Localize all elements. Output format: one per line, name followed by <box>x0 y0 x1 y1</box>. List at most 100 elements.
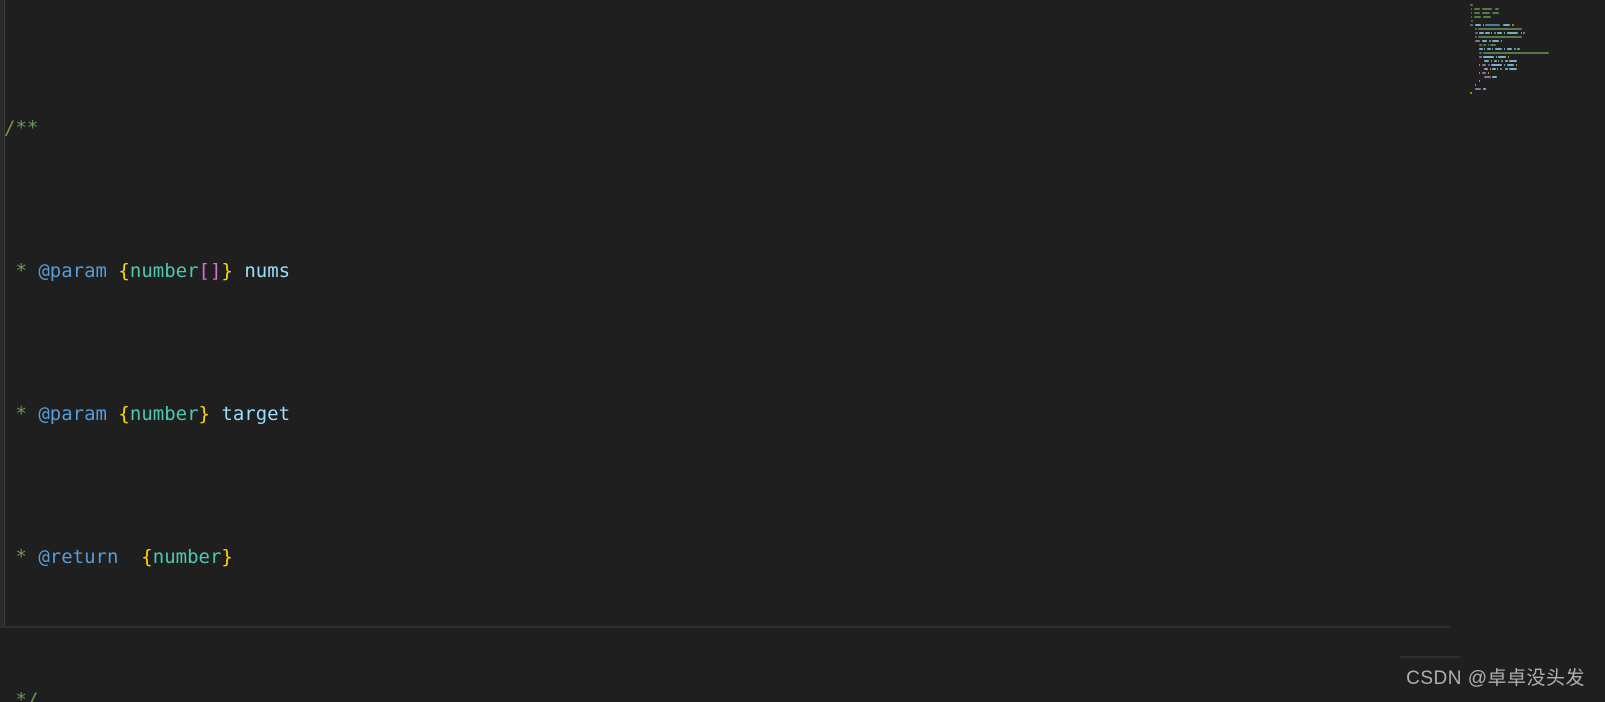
minimap-token <box>1479 52 1482 54</box>
minimap-token <box>1474 28 1477 30</box>
csdn-watermark: CSDN @卓卓没头发 <box>1406 668 1585 689</box>
minimap-token <box>1482 88 1487 90</box>
minimap-token <box>1491 60 1493 62</box>
minimap-token <box>1481 8 1493 10</box>
minimap-line <box>1470 60 1605 63</box>
minimap-token <box>1520 32 1522 34</box>
minimap-token <box>1486 48 1491 50</box>
minimap-line <box>1470 36 1605 39</box>
minimap-token <box>1492 40 1499 42</box>
minimap-token <box>1471 16 1473 18</box>
minimap-token <box>1512 24 1514 26</box>
minimap-token <box>1479 80 1481 82</box>
minimap-token <box>1504 48 1506 50</box>
minimap-token <box>1508 68 1518 70</box>
minimap-token <box>1487 64 1490 66</box>
minimap-line <box>1470 44 1605 47</box>
minimap-token <box>1493 32 1496 34</box>
minimap-token <box>1479 44 1482 46</box>
minimap-line <box>1470 24 1605 27</box>
minimap[interactable] <box>1460 0 1605 702</box>
minimap-line <box>1470 16 1605 19</box>
minimap-token <box>1484 68 1489 70</box>
minimap-token <box>1493 60 1497 62</box>
minimap-token <box>1474 88 1482 90</box>
minimap-line <box>1470 72 1605 75</box>
minimap-token <box>1492 48 1494 50</box>
minimap-token <box>1470 92 1473 94</box>
minimap-token <box>1517 48 1521 50</box>
minimap-token <box>1516 64 1518 66</box>
minimap-line <box>1470 80 1605 83</box>
minimap-token <box>1498 60 1500 62</box>
minimap-token <box>1479 56 1482 58</box>
minimap-token <box>1508 60 1518 62</box>
minimap-token <box>1484 76 1491 78</box>
minimap-token <box>1506 64 1514 66</box>
minimap-line <box>1470 8 1605 11</box>
minimap-token <box>1500 40 1502 42</box>
minimap-token <box>1474 84 1476 86</box>
minimap-token <box>1499 68 1502 70</box>
minimap-token <box>1481 64 1487 66</box>
minimap-token <box>1484 60 1490 62</box>
minimap-token <box>1513 48 1516 50</box>
minimap-token <box>1474 36 1477 38</box>
minimap-token <box>1503 24 1511 26</box>
minimap-line <box>1470 84 1605 87</box>
minimap-token <box>1485 24 1501 26</box>
minimap-token <box>1504 32 1506 34</box>
code-line[interactable]: */ <box>0 686 1605 702</box>
minimap-token <box>1482 44 1487 46</box>
minimap-token <box>1484 48 1486 50</box>
code-line[interactable]: /** <box>0 114 1605 143</box>
minimap-token <box>1482 56 1494 58</box>
minimap-token <box>1506 32 1519 34</box>
minimap-token <box>1492 12 1499 14</box>
minimap-line <box>1470 28 1605 31</box>
editor-surface[interactable]: /** * @param {number[]} nums * @param {n… <box>0 0 1605 702</box>
minimap-token <box>1470 24 1474 26</box>
minimap-line <box>1470 32 1605 35</box>
code-line[interactable]: * @param {number} target <box>0 400 1605 429</box>
minimap-token <box>1478 36 1522 38</box>
minimap-token <box>1481 40 1488 42</box>
minimap-canvas[interactable] <box>1470 4 1605 96</box>
minimap-line <box>1470 40 1605 43</box>
minimap-token <box>1497 32 1503 34</box>
minimap-token <box>1492 68 1496 70</box>
minimap-token <box>1498 56 1506 58</box>
minimap-token <box>1479 48 1483 50</box>
minimap-token <box>1490 44 1497 46</box>
minimap-token <box>1504 64 1506 66</box>
minimap-token <box>1523 32 1526 34</box>
minimap-token <box>1505 60 1508 62</box>
code-line[interactable]: * @param {number[]} nums <box>0 257 1605 286</box>
minimap-line <box>1470 88 1605 91</box>
minimap-token <box>1482 52 1549 54</box>
minimap-token <box>1473 16 1481 18</box>
minimap-token <box>1488 40 1491 42</box>
minimap-token <box>1485 32 1490 34</box>
minimap-token <box>1479 72 1481 74</box>
minimap-token <box>1474 40 1481 42</box>
minimap-token <box>1487 72 1489 74</box>
minimap-line <box>1470 56 1605 59</box>
minimap-line <box>1470 4 1605 7</box>
minimap-token <box>1491 64 1502 66</box>
minimap-token <box>1471 20 1474 22</box>
code-editor-window: /** * @param {number[]} nums * @param {n… <box>0 0 1605 702</box>
minimap-token <box>1478 28 1522 30</box>
minimap-token <box>1482 24 1485 26</box>
minimap-token <box>1479 32 1484 34</box>
minimap-line <box>1470 12 1605 15</box>
minimap-token <box>1497 68 1499 70</box>
minimap-token <box>1495 56 1497 58</box>
code-content[interactable]: /** * @param {number[]} nums * @param {n… <box>0 0 1605 702</box>
code-line[interactable]: * @return {number} <box>0 543 1605 572</box>
minimap-token <box>1481 12 1491 14</box>
minimap-line <box>1470 64 1605 67</box>
minimap-token <box>1482 16 1492 18</box>
minimap-line <box>1470 92 1605 95</box>
minimap-token <box>1471 12 1473 14</box>
